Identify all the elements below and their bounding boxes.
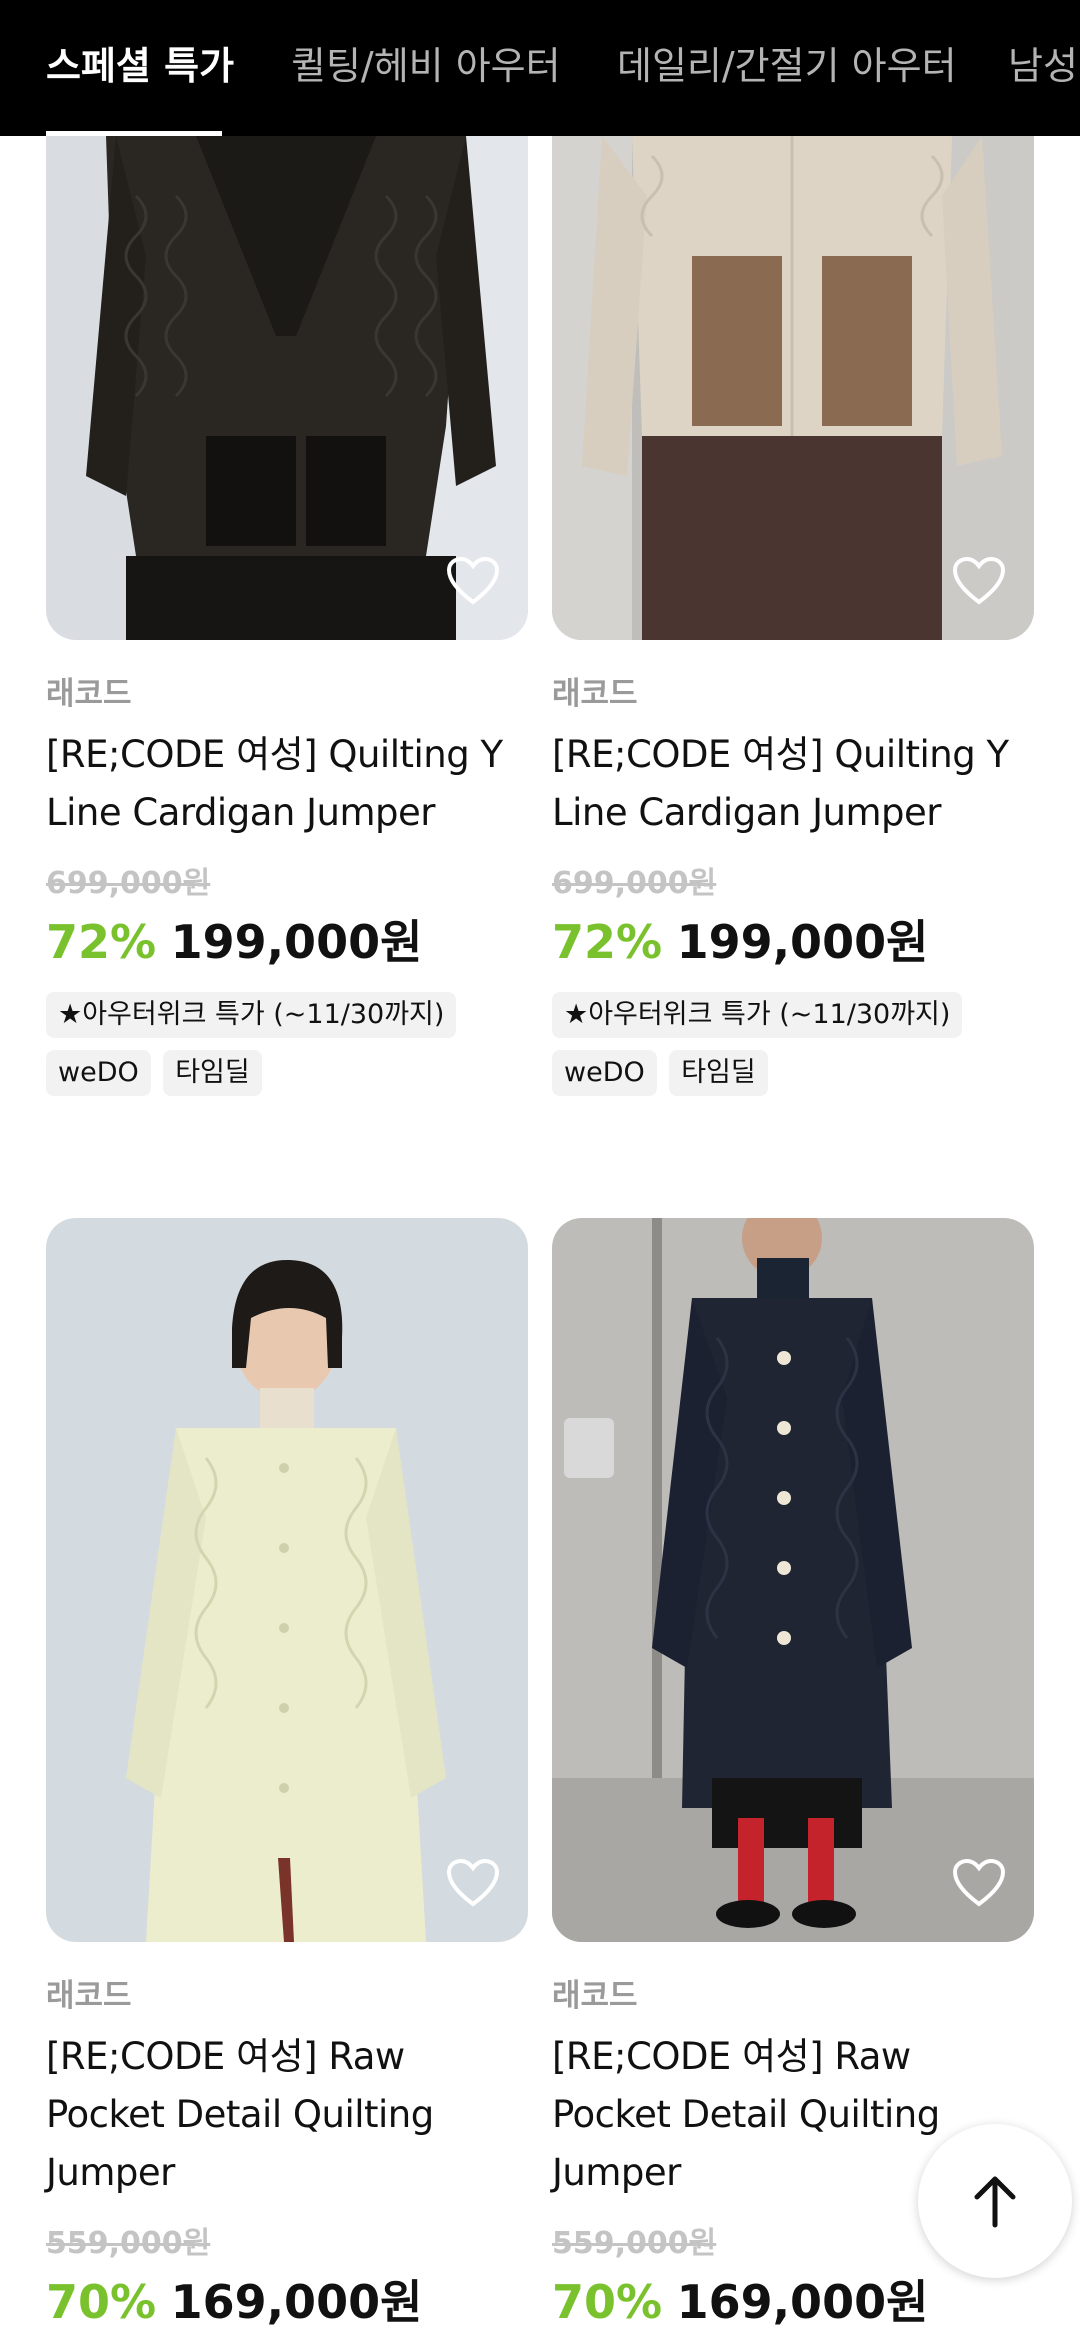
promo-badge: ★아우터위크 특가 (~11/30까지) xyxy=(552,992,963,1038)
tag-badge: weDO xyxy=(46,1050,151,1096)
heart-outline-icon[interactable] xyxy=(952,556,1006,606)
brand-name: 래코드 xyxy=(46,676,132,712)
scroll-to-top-button[interactable] xyxy=(918,2124,1072,2278)
heart-outline-icon[interactable] xyxy=(446,1858,500,1908)
product-image[interactable] xyxy=(46,136,528,640)
tag-badge: 타임딜 xyxy=(163,1050,262,1096)
original-price: 559,000원 xyxy=(46,2226,211,2261)
product-title[interactable]: [RE;CODE 여성] Raw Pocket Detail Quilting … xyxy=(46,2028,528,2202)
original-price: 699,000원 xyxy=(552,866,717,901)
sale-price: 169,000원 xyxy=(170,2275,423,2329)
tab-daily-outer[interactable]: 데일리/간절기 아우터 xyxy=(617,38,957,98)
discount-rate: 70% xyxy=(552,2275,663,2329)
brand-name: 래코드 xyxy=(552,1978,638,2014)
tab-quilting-heavy-outer[interactable]: 퀼팅/헤비 아우터 xyxy=(291,38,561,98)
black-long-quilted-coat-photo xyxy=(552,1218,1034,1942)
tag-badge: weDO xyxy=(552,1050,657,1096)
discount-rate: 70% xyxy=(46,2275,157,2329)
product-title[interactable]: [RE;CODE 여성] Quilting Y Line Cardigan Ju… xyxy=(46,726,528,842)
price-line: 70% 169,000원 xyxy=(46,2272,528,2332)
original-price: 699,000원 xyxy=(46,866,211,901)
product-card[interactable]: 래코드 [RE;CODE 여성] Quilting Y Line Cardiga… xyxy=(46,136,528,1096)
product-image[interactable] xyxy=(46,1218,528,1942)
active-tab-indicator xyxy=(46,131,222,136)
product-image[interactable] xyxy=(552,136,1034,640)
product-title[interactable]: [RE;CODE 여성] Quilting Y Line Cardigan Ju… xyxy=(552,726,1034,842)
tag-badge: 타임딜 xyxy=(669,1050,768,1096)
tab-men[interactable]: 남성 xyxy=(1008,38,1078,98)
heart-outline-icon[interactable] xyxy=(446,556,500,606)
product-card[interactable]: 래코드 [RE;CODE 여성] Quilting Y Line Cardiga… xyxy=(552,136,1034,1096)
sale-price: 199,000원 xyxy=(170,915,423,969)
price-line: 72% 199,000원 xyxy=(552,912,1034,972)
brand-name: 래코드 xyxy=(46,1978,132,2014)
product-image[interactable] xyxy=(552,1218,1034,1942)
price-line: 70% 169,000원 xyxy=(552,2272,1034,2332)
heart-outline-icon[interactable] xyxy=(952,1858,1006,1908)
arrow-up-icon xyxy=(974,2176,1016,2228)
brand-name: 래코드 xyxy=(552,676,638,712)
promo-badge: ★아우터위크 특가 (~11/30까지) xyxy=(46,992,457,1038)
product-card[interactable]: 래코드 [RE;CODE 여성] Raw Pocket Detail Quilt… xyxy=(46,1218,528,2332)
sale-price: 199,000원 xyxy=(676,915,929,969)
discount-rate: 72% xyxy=(46,915,157,969)
tab-special-deal[interactable]: 스페셜 특가 xyxy=(46,38,234,98)
price-line: 72% 199,000원 xyxy=(46,912,528,972)
discount-rate: 72% xyxy=(552,915,663,969)
cream-long-quilted-coat-photo xyxy=(46,1218,528,1942)
sale-price: 169,000원 xyxy=(676,2275,929,2329)
category-tab-bar: 스페셜 특가 퀼팅/헤비 아우터 데일리/간절기 아우터 남성 xyxy=(0,0,1080,136)
